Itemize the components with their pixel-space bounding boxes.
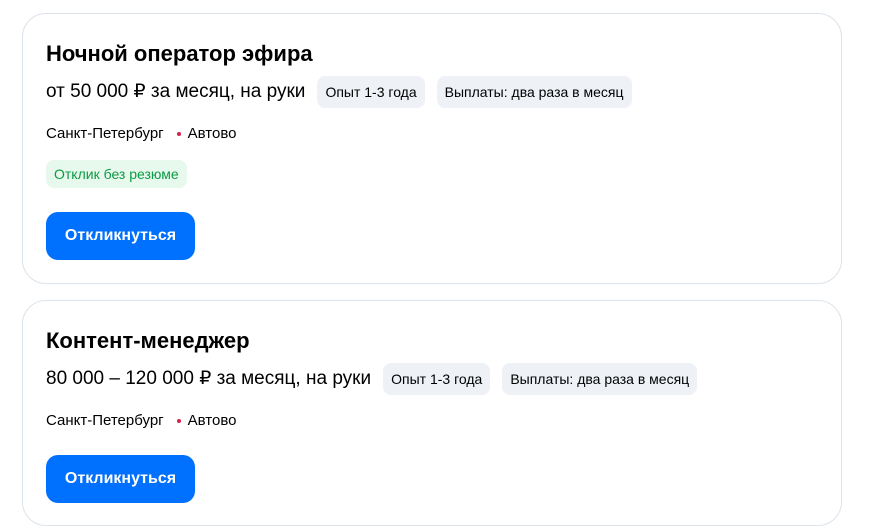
salary: 80 000 – 120 000 ₽ за месяц, на руки: [46, 368, 372, 389]
metro-station: Автово: [187, 412, 237, 429]
vacancy-card: Ночной оператор эфира от 50 000 ₽ за мес…: [22, 13, 842, 284]
salary-row: от 50 000 ₽ за месяц, на руки Опыт 1-3 г…: [46, 76, 644, 108]
salary-row: 80 000 – 120 000 ₽ за месяц, на руки Опы…: [46, 363, 709, 395]
location: Санкт-Петербург Автово: [46, 123, 237, 145]
vacancy-title[interactable]: Ночной оператор эфира: [46, 38, 313, 70]
vacancy-title[interactable]: Контент-менеджер: [46, 325, 250, 357]
payout-tag: Выплаты: два раза в месяц: [502, 363, 698, 395]
vacancy-card: Контент-менеджер 80 000 – 120 000 ₽ за м…: [22, 300, 842, 526]
location: Санкт-Петербург Автово: [46, 410, 237, 432]
payout-tag: Выплаты: два раза в месяц: [436, 76, 632, 108]
no-resume-badge: Отклик без резюме: [46, 160, 187, 188]
apply-button[interactable]: Откликнуться: [46, 212, 195, 260]
city: Санкт-Петербург: [46, 125, 164, 142]
metro-station: Автово: [187, 125, 237, 142]
experience-tag: Опыт 1-3 года: [383, 363, 491, 395]
salary: от 50 000 ₽ за месяц, на руки: [46, 81, 306, 102]
metro-dot-icon: [176, 419, 181, 423]
experience-tag: Опыт 1-3 года: [317, 76, 425, 108]
apply-button[interactable]: Откликнуться: [46, 455, 195, 503]
metro-dot-icon: [176, 132, 181, 136]
city: Санкт-Петербург: [46, 412, 164, 429]
